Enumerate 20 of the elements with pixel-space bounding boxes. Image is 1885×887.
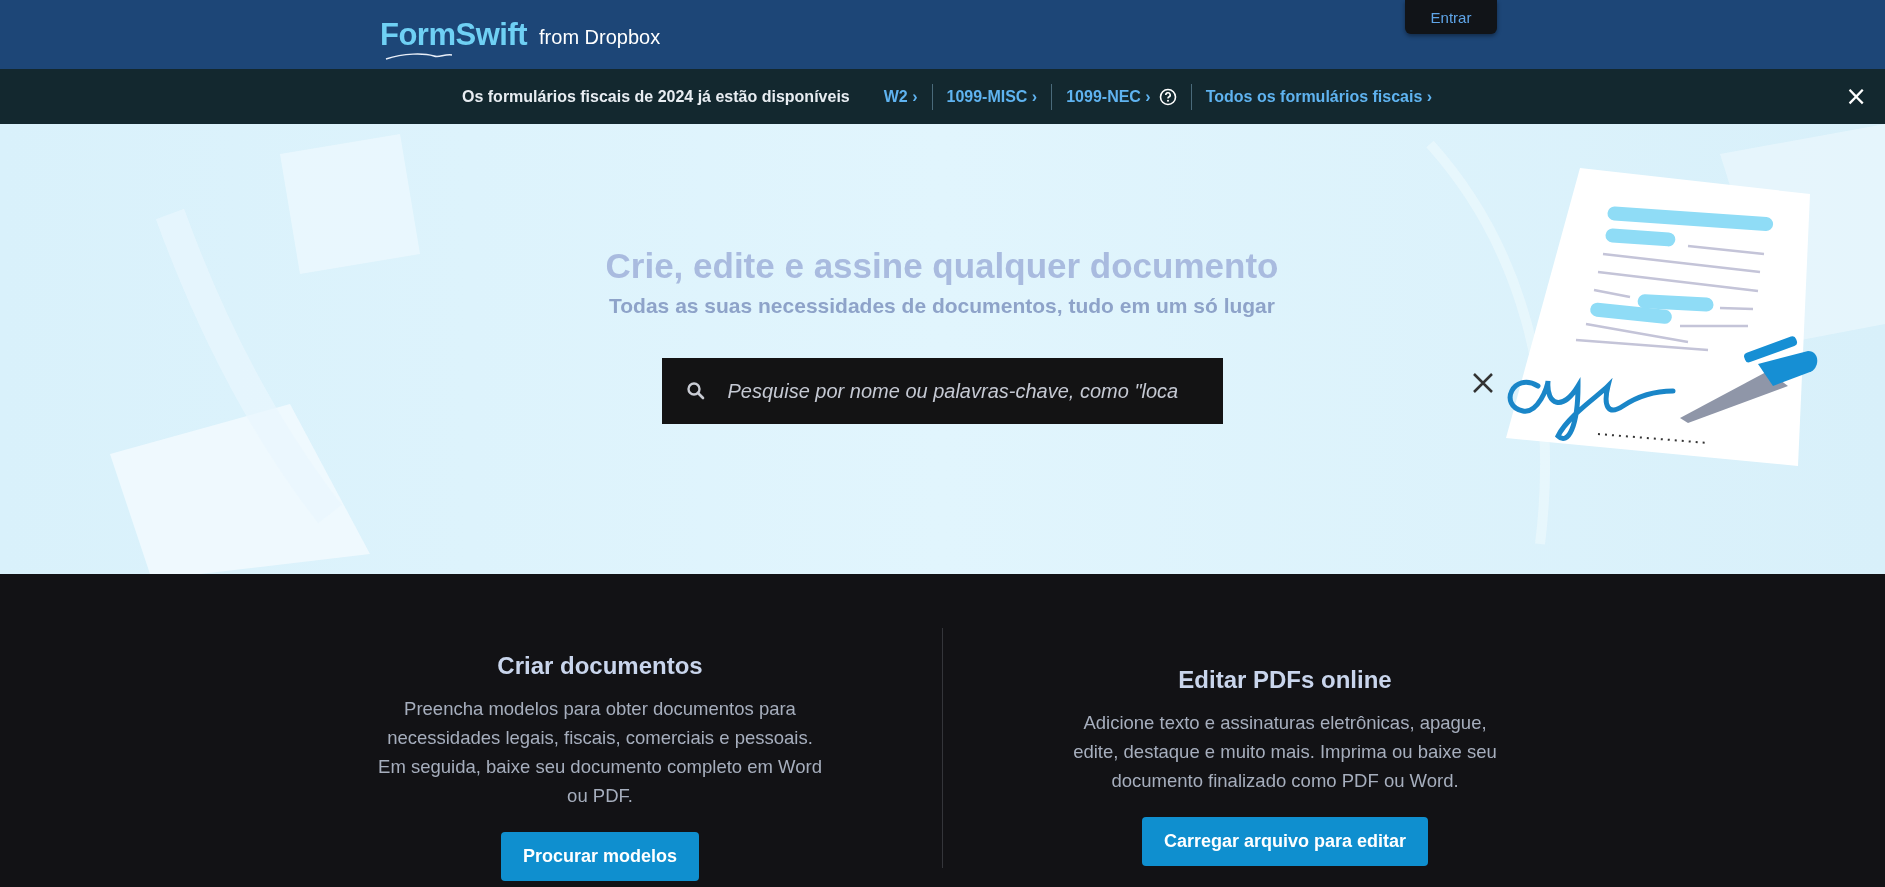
search-field[interactable]: Pesquise por nome ou palavras-chave, como "loca xyxy=(661,358,1223,424)
tax-form-link[interactable]: 1099-MISC › xyxy=(932,87,1052,106)
logo-suffix: from Dropbox xyxy=(539,26,661,49)
tax-form-link[interactable]: Todos os formulários fiscais › xyxy=(1191,87,1447,106)
logo[interactable]: FormSwift xyxy=(380,16,528,53)
feature-button[interactable]: Procurar modelos xyxy=(500,832,699,881)
hero-title: Crie, edite e assine qualquer documento xyxy=(605,246,1279,286)
banner-message: Os formulários fiscais de 2024 já estão disponíveis xyxy=(462,87,850,106)
close-button[interactable]: × xyxy=(1845,83,1867,109)
feature-description: Preencha modelos para obter documentos para necessidades legais, fiscais, comerciais e pessoais. Em seguida, baixe seu documento completo em Word ou PDF. xyxy=(377,697,823,808)
feature-button[interactable]: Carregar arquivo para editar xyxy=(1141,817,1429,866)
feature-title: Criar documentos xyxy=(497,652,703,680)
tax-form-link[interactable]: W2 › xyxy=(869,87,932,106)
hero-subtitle: Todas as suas necessidades de documentos, tudo em um só lugar xyxy=(609,294,1275,318)
help-icon[interactable] xyxy=(1158,87,1177,106)
swoosh-icon xyxy=(384,50,454,61)
login-button[interactable]: Entrar xyxy=(1405,0,1497,34)
tax-form-link[interactable]: 1099-NEC › xyxy=(1052,87,1165,106)
feature-description: Adicione texto e assinaturas eletrônicas, apague, edite, destaque e muito mais. Imprima ou baixe seu documento finalizado como PDF ou Word. xyxy=(1072,711,1498,793)
feature-title: Editar PDFs online xyxy=(1178,666,1392,694)
